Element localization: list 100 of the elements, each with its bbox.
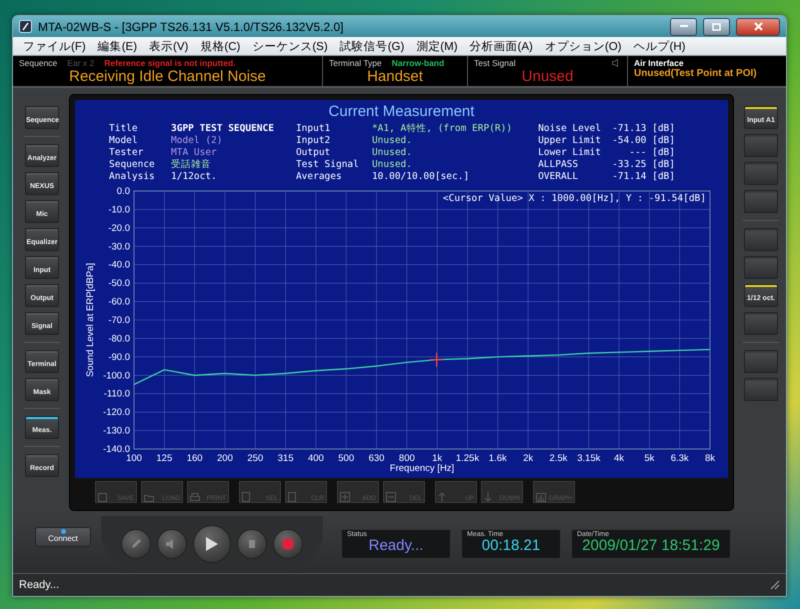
x-tick-label: 1.6k bbox=[488, 453, 506, 464]
info-label: Upper Limit bbox=[538, 135, 602, 147]
menu-item[interactable]: 規格(C) bbox=[194, 38, 246, 54]
x-tick-label: 160 bbox=[186, 453, 202, 464]
y-tick-label: -80.0 bbox=[108, 333, 130, 344]
x-tick-label: 2.5k bbox=[548, 453, 567, 464]
field-label: Air Interface bbox=[634, 58, 684, 68]
x-tick-label: 315 bbox=[277, 453, 293, 464]
signal-value: Unused bbox=[522, 68, 574, 85]
menu-item[interactable]: 表示(V) bbox=[143, 38, 194, 54]
y-axis-title: Sound Level at ERP[dBPa] bbox=[84, 262, 96, 378]
menu-item[interactable]: シーケンス(S) bbox=[246, 38, 334, 54]
ear-label: Ear x 2 bbox=[67, 58, 94, 68]
play-button[interactable] bbox=[193, 525, 231, 563]
status-text: Ready... bbox=[19, 579, 60, 591]
x-tick-label: 3.15k bbox=[576, 453, 600, 464]
sequence-value: Receiving Idle Channel Noise bbox=[69, 68, 266, 85]
cursor-cross-icon bbox=[428, 352, 444, 368]
info-value: 3GPP TEST SEQUENCE bbox=[171, 123, 274, 135]
play-icon bbox=[206, 537, 218, 551]
stop-button[interactable] bbox=[237, 529, 267, 559]
speaker-icon bbox=[612, 58, 621, 66]
info-value: MTA User bbox=[171, 147, 218, 159]
folder-icon bbox=[144, 494, 154, 502]
info-value: 1/12oct. bbox=[171, 171, 218, 183]
info-value: 受話雑音 bbox=[171, 159, 212, 171]
speaker-button[interactable] bbox=[157, 529, 187, 559]
edit-button[interactable] bbox=[121, 529, 151, 559]
minimize-icon bbox=[680, 25, 688, 28]
info-label: OVERALL bbox=[538, 171, 580, 183]
blank-button[interactable] bbox=[744, 190, 778, 213]
info-value: *A1, A特性, (from ERP(R)) bbox=[372, 123, 512, 135]
blank-button[interactable] bbox=[744, 350, 778, 373]
x-tick-label: 630 bbox=[368, 453, 384, 464]
menu-item[interactable]: ヘルプ(H) bbox=[628, 38, 692, 54]
y-tick-label: -90.0 bbox=[108, 352, 130, 363]
info-label: Input2 bbox=[296, 135, 332, 147]
info-label: Output bbox=[296, 147, 332, 159]
info-label: Test Signal bbox=[296, 159, 360, 171]
arrow-up-icon bbox=[438, 492, 446, 502]
blank-button[interactable] bbox=[744, 312, 778, 335]
y-tick-label: -10.0 bbox=[108, 204, 130, 216]
maximize-button[interactable] bbox=[703, 18, 730, 36]
info-label: Analysis bbox=[109, 171, 156, 183]
arrow-down-icon bbox=[484, 492, 492, 502]
x-tick-label: 6.3k bbox=[670, 453, 688, 464]
minimize-button[interactable] bbox=[670, 18, 697, 36]
floppy-icon bbox=[98, 493, 107, 502]
y-tick-label: -110.0 bbox=[103, 388, 130, 400]
app-icon bbox=[19, 20, 32, 33]
blank-button[interactable] bbox=[744, 228, 778, 251]
info-label: Title bbox=[109, 123, 139, 135]
connect-button[interactable]: Connect bbox=[35, 527, 91, 547]
menu-item[interactable]: ファイル(F) bbox=[17, 38, 92, 54]
x-tick-label: 500 bbox=[338, 453, 354, 464]
x-axis-title: Frequency [Hz] bbox=[389, 463, 454, 474]
info-label: Averages bbox=[296, 171, 343, 183]
info-label: Lower Limit bbox=[538, 147, 602, 159]
x-tick-label: 4k bbox=[614, 453, 624, 464]
blank-button[interactable] bbox=[744, 134, 778, 157]
resize-grip-icon bbox=[770, 580, 780, 590]
field-label: Sequence bbox=[19, 58, 58, 68]
menu-item[interactable]: 編集(E) bbox=[92, 38, 144, 54]
stop-icon bbox=[249, 540, 255, 548]
info-label: ALLPASS bbox=[538, 159, 580, 171]
measurement-title: Current Measurement bbox=[328, 103, 474, 120]
close-icon bbox=[754, 22, 762, 31]
x-tick-label: 1k bbox=[432, 453, 442, 464]
chart-icon bbox=[536, 493, 546, 502]
display-value: 00:18.21 bbox=[480, 538, 542, 554]
menu-item[interactable]: 試験信号(G) bbox=[334, 38, 410, 54]
y-tick-label: -120.0 bbox=[102, 407, 130, 418]
menu-item[interactable]: 分析画面(A) bbox=[464, 38, 539, 54]
blank-button[interactable] bbox=[744, 378, 778, 401]
x-tick-label: 800 bbox=[398, 453, 414, 464]
info-value: -71.13 [dB] bbox=[612, 123, 675, 135]
info-value: 10.00/10.00[sec.] bbox=[372, 171, 470, 183]
x-tick-label: 8k bbox=[704, 453, 715, 464]
x-tick-label: 250 bbox=[246, 453, 263, 464]
minus-icon bbox=[386, 492, 396, 502]
y-tick-label: -20.0 bbox=[108, 222, 130, 234]
info-label: Tester bbox=[109, 147, 144, 159]
y-tick-label: -100.0 bbox=[102, 370, 130, 382]
close-button[interactable] bbox=[736, 18, 780, 36]
x-tick-label: 1.25k bbox=[455, 453, 479, 464]
pencil-icon bbox=[130, 538, 142, 550]
record-button[interactable] bbox=[273, 529, 303, 559]
warning-text: Reference signal is not inputted. bbox=[104, 58, 236, 68]
y-tick-label: -40.0 bbox=[108, 260, 130, 271]
info-label: Noise Level bbox=[538, 123, 602, 135]
menu-item[interactable]: オプション(O) bbox=[538, 38, 628, 54]
x-tick-label: 100 bbox=[126, 453, 142, 464]
blank-button[interactable] bbox=[744, 162, 778, 185]
display-value: Ready... bbox=[368, 538, 424, 554]
blank-button[interactable] bbox=[744, 256, 778, 279]
menu-item[interactable]: 測定(M) bbox=[410, 38, 464, 54]
info-value: -71.14 [dB] bbox=[612, 171, 675, 183]
cursor-value-text: <Cursor Value> X : 1000.00[Hz], Y : -91.54[dB] bbox=[442, 193, 706, 204]
info-value: Unused. bbox=[372, 135, 413, 147]
y-tick-label: -70.0 bbox=[108, 315, 130, 326]
